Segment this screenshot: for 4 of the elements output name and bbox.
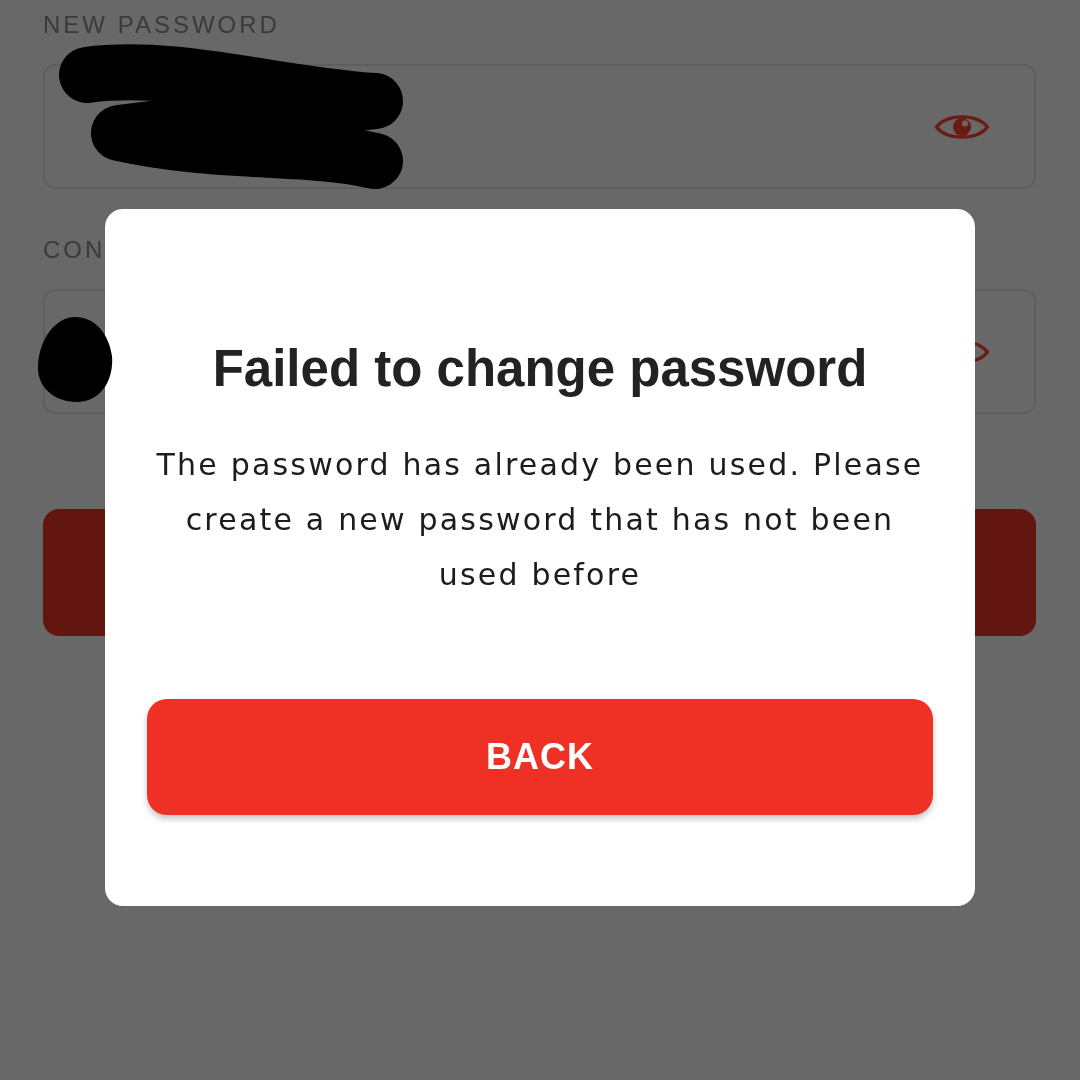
dialog-message: The password has already been used. Please create a new password that has not been used before [155, 446, 925, 594]
dialog-title: Failed to change password [212, 339, 868, 399]
password-field[interactable] [43, 64, 1036, 189]
back-button[interactable]: BACK [147, 699, 933, 815]
